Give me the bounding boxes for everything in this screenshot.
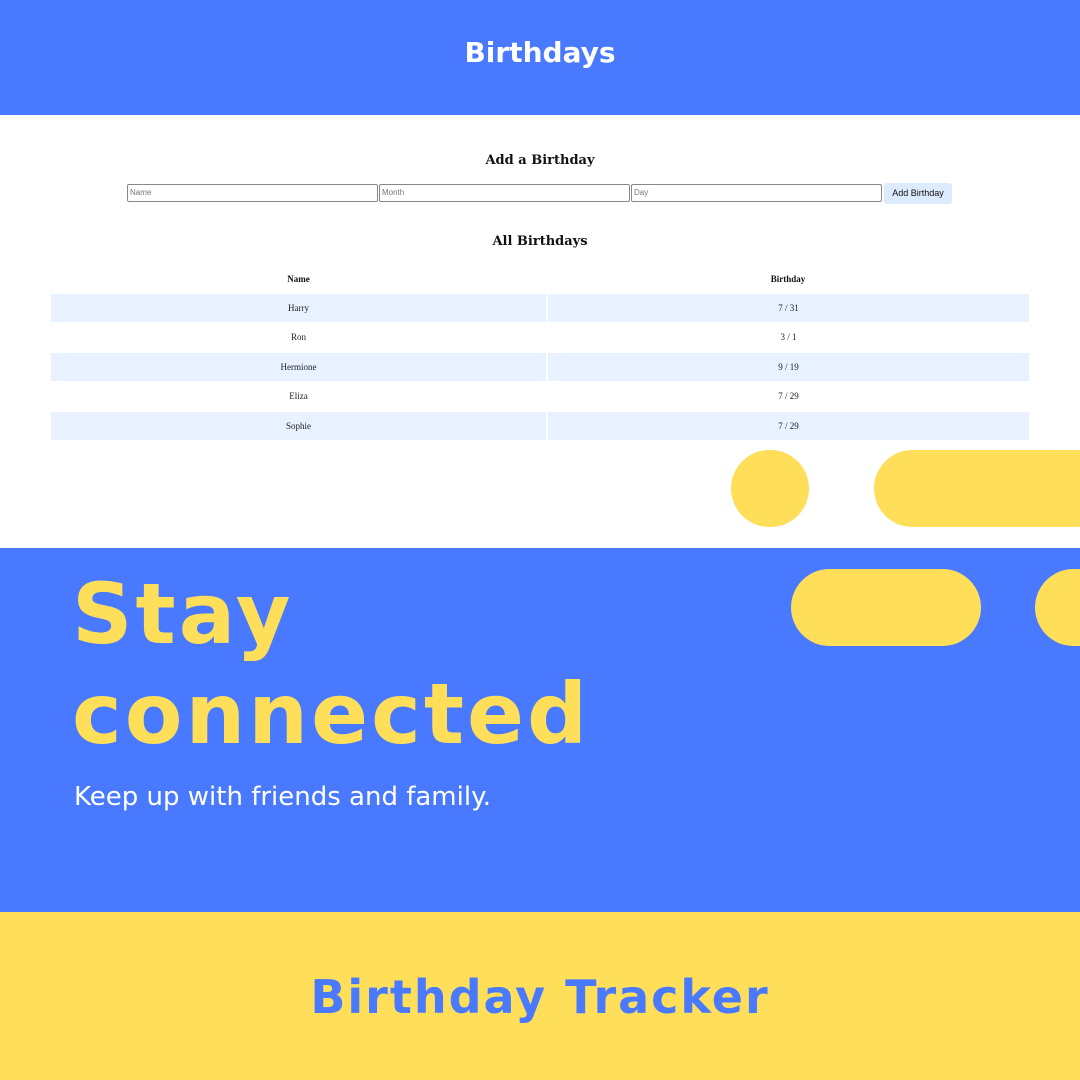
decorative-yellow-pill <box>874 450 1080 527</box>
app-header: Birthdays <box>0 0 1080 115</box>
footer-banner: Birthday Tracker <box>0 912 1080 1080</box>
tagline: Keep up with friends and family. <box>74 782 492 812</box>
headline-line-2: connected <box>72 665 591 763</box>
table-row: Sophie 7 / 29 <box>51 412 1029 440</box>
name-input[interactable]: Name <box>127 184 378 202</box>
promo-banner: Stay connected Keep up with friends and … <box>0 548 1080 912</box>
table-row: Hermione 9 / 19 <box>51 353 1029 381</box>
cell-name: Eliza <box>289 391 308 401</box>
cell-birthday: 9 / 19 <box>548 353 1029 381</box>
cell-birthday: 7 / 29 <box>548 412 1029 440</box>
decorative-yellow-dot <box>731 450 809 527</box>
add-birthday-heading: Add a Birthday <box>485 153 595 168</box>
headline-line-1: Stay <box>72 565 294 663</box>
cell-name: Ron <box>290 332 306 342</box>
table-row: Eliza 7 / 29 <box>51 382 1029 410</box>
app-content: Add a Birthday Name Month Day Add Birthd… <box>0 115 1080 548</box>
table-row: Ron 3 / 1 <box>51 323 1029 351</box>
month-input[interactable]: Month <box>379 184 630 202</box>
cell-name: Harry <box>51 294 546 322</box>
cell-birthday: 3 / 1 <box>780 332 797 342</box>
cell-birthday: 7 / 31 <box>548 294 1029 322</box>
decorative-yellow-pill <box>1035 569 1080 646</box>
cell-name: Sophie <box>51 412 546 440</box>
cell-birthday: 7 / 29 <box>778 391 799 401</box>
cell-name: Hermione <box>51 353 546 381</box>
header-title: Birthdays <box>464 36 616 69</box>
day-input[interactable]: Day <box>631 184 882 202</box>
column-header-birthday: Birthday <box>770 274 806 284</box>
table-row: Harry 7 / 31 <box>51 294 1029 322</box>
column-header-name: Name <box>287 274 310 284</box>
all-birthdays-heading: All Birthdays <box>492 234 588 249</box>
add-birthday-button[interactable]: Add Birthday <box>884 183 952 204</box>
footer-title: Birthday Tracker <box>310 970 770 1024</box>
decorative-yellow-pill <box>791 569 981 646</box>
